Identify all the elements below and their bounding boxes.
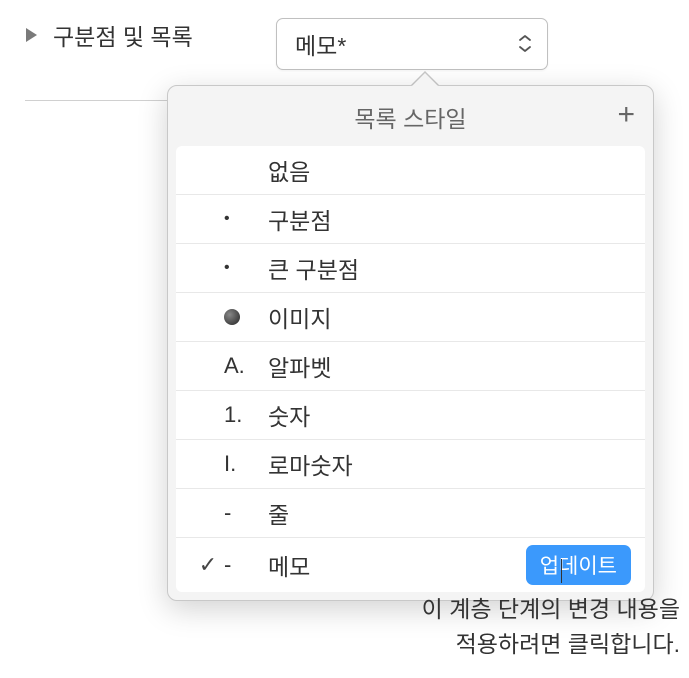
style-item-memo[interactable]: ✓ - 메모 업데이트: [176, 538, 645, 592]
style-item-image[interactable]: 이미지: [176, 293, 645, 342]
dropdown-value: 메모*: [295, 33, 346, 59]
marker-image: [224, 309, 268, 325]
item-label: 알파벳: [268, 349, 631, 383]
callout-text: 이 계층 단계의 변경 내용을 적용하려면 클릭합니다.: [280, 592, 680, 661]
item-label: 줄: [268, 496, 631, 530]
callout-line1: 이 계층 단계의 변경 내용을: [422, 596, 680, 622]
marker-big-bullet: •: [224, 259, 268, 277]
popover-title: 목록 스타일: [354, 100, 466, 134]
image-bullet-icon: [224, 309, 240, 325]
add-style-button[interactable]: +: [617, 100, 635, 130]
item-label: 구분점: [268, 202, 631, 236]
style-item-none[interactable]: 없음: [176, 146, 645, 195]
chevron-down-icon: [517, 35, 533, 53]
list-style-popover: 목록 스타일 + 없음 • 구분점 • 큰 구분점 이미지: [167, 85, 654, 601]
list-style-dropdown[interactable]: 메모*: [276, 18, 548, 70]
section-label: 구분점 및 목록: [53, 18, 193, 52]
item-label: 없음: [268, 153, 631, 187]
style-list: 없음 • 구분점 • 큰 구분점 이미지 A. 알파벳: [176, 146, 645, 592]
item-label: 이미지: [268, 300, 631, 334]
bullets-lists-row: 구분점 및 목록 메모*: [0, 0, 689, 52]
popover-header: 목록 스타일 +: [168, 86, 653, 146]
style-item-alphabet[interactable]: A. 알파벳: [176, 342, 645, 391]
style-item-dash[interactable]: - 줄: [176, 489, 645, 538]
marker-number: 1.: [224, 402, 268, 428]
marker-dash: -: [224, 500, 268, 526]
style-item-big-bullet[interactable]: • 큰 구분점: [176, 244, 645, 293]
item-label: 숫자: [268, 398, 631, 432]
checkmark-icon: ✓: [199, 552, 217, 578]
callout-connector: [561, 559, 562, 583]
callout-line2: 적용하려면 클릭합니다.: [456, 631, 680, 657]
disclosure-triangle-icon[interactable]: [26, 28, 37, 42]
style-item-number[interactable]: 1. 숫자: [176, 391, 645, 440]
popover-arrow: [411, 73, 439, 87]
marker-alphabet: A.: [224, 353, 268, 379]
update-button[interactable]: 업데이트: [526, 545, 631, 585]
marker-memo: -: [224, 552, 268, 578]
style-item-roman[interactable]: I. 로마숫자: [176, 440, 645, 489]
marker-roman: I.: [224, 451, 268, 477]
check-col: ✓: [192, 552, 224, 578]
marker-bullet: •: [224, 210, 268, 228]
dropdown-selected[interactable]: 메모*: [276, 18, 548, 70]
item-label: 로마숫자: [268, 447, 631, 481]
divider: [25, 100, 185, 101]
item-label: 메모: [268, 548, 526, 582]
style-item-bullet[interactable]: • 구분점: [176, 195, 645, 244]
item-label: 큰 구분점: [268, 251, 631, 285]
